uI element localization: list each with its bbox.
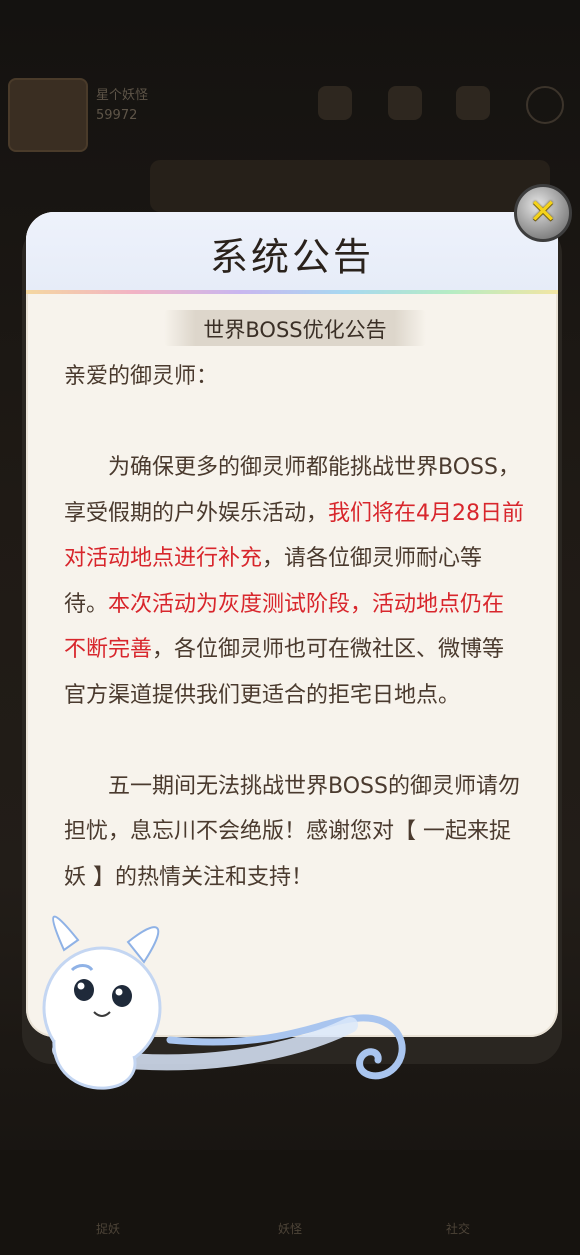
bottom-nav: 捉妖 妖怪 社交 — [0, 1150, 580, 1255]
nav-capture[interactable]: 捉妖 — [78, 1220, 138, 1237]
player-name: 星个妖怪 — [96, 88, 149, 103]
top-bar: 星个妖怪 59972 — [0, 70, 580, 152]
event-icon[interactable] — [388, 86, 422, 120]
announcement-content: 亲爱的御灵师： 为确保更多的御灵师都能挑战世界BOSS，享受假期的户外娱乐活动，… — [64, 354, 524, 900]
paragraph-2: 五一期间无法挑战世界BOSS的御灵师请勿担忧，息忘川不会绝版！感谢您对【 一起来… — [64, 773, 520, 890]
avatar[interactable] — [8, 78, 88, 152]
dialog-header: 系统公告 — [26, 212, 558, 292]
ghost-mascot — [42, 915, 406, 1090]
settings-icon[interactable] — [526, 86, 564, 124]
subtitle-banner: 世界BOSS优化公告 — [164, 310, 426, 346]
coin-count: 59972 — [96, 108, 138, 123]
announcement-subtitle: 世界BOSS优化公告 — [203, 318, 387, 342]
menu-icon[interactable] — [456, 86, 490, 120]
header-divider — [26, 290, 558, 294]
nav-monsters[interactable]: 妖怪 — [260, 1220, 320, 1237]
quick-bar — [150, 160, 550, 212]
gift-icon[interactable] — [318, 86, 352, 120]
dialog-title: 系统公告 — [209, 235, 374, 279]
close-x-icon[interactable]: ✕ — [514, 184, 572, 242]
paragraph-1: 为确保更多的御灵师都能挑战世界BOSS，享受假期的户外娱乐活动，我们将在4月28… — [64, 455, 525, 708]
greeting: 亲爱的御灵师： — [64, 364, 219, 389]
nav-social[interactable]: 社交 — [428, 1220, 488, 1237]
